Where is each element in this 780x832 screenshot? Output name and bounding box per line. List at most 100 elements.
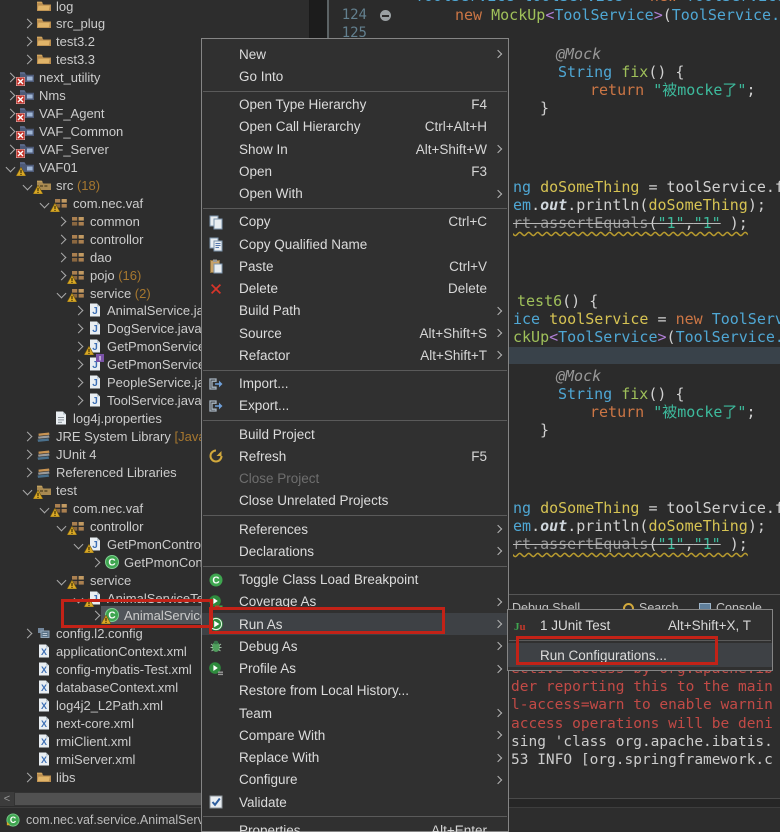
tree-item-src_plug[interactable]: src_plug <box>0 14 309 32</box>
svg-text:C: C <box>108 558 115 569</box>
menu-item-import[interactable]: Import... <box>202 373 508 395</box>
menu-item-shortcut: Ctrl+V <box>449 258 487 274</box>
chevron-right-icon[interactable] <box>19 15 35 31</box>
status-bar-text: com.nec.vaf.service.AnimalService <box>26 813 220 827</box>
menu-item-build-path[interactable]: Build Path <box>202 300 508 322</box>
line-number: 124 <box>341 7 367 23</box>
menu-item-replace-with[interactable]: Replace With <box>202 747 508 769</box>
menu-item-configure[interactable]: Configure <box>202 769 508 791</box>
chevron-right-icon[interactable] <box>19 33 35 49</box>
menu-item-open-call-hierarchy[interactable]: Open Call Hierarchy Ctrl+Alt+H <box>202 116 508 138</box>
menu-item-close-unrelated-projects[interactable]: Close Unrelated Projects <box>202 490 508 512</box>
menu-item-go-into[interactable]: Go Into <box>202 65 508 87</box>
tree-item-label: common <box>90 213 140 229</box>
menu-item-properties[interactable]: Properties Alt+Enter <box>202 819 508 832</box>
submenu-arrow-icon <box>487 524 503 534</box>
tree-item-decoration: (18) <box>76 177 101 193</box>
tree-item-label: controllor <box>90 518 144 534</box>
menu-item-label: Toggle Class Load Breakpoint <box>239 572 419 588</box>
menu-item-show-in[interactable]: Show In Alt+Shift+W <box>202 138 508 160</box>
menu-item-toggle-class-load-breakpoint[interactable]: C Toggle Class Load Breakpoint <box>202 569 508 591</box>
menu-item-build-project[interactable]: Build Project <box>202 423 508 445</box>
chevron-right-icon[interactable] <box>70 320 86 336</box>
xmlfile-icon: X <box>36 679 53 695</box>
blank-icon <box>208 521 224 537</box>
chevron-right-icon[interactable] <box>87 554 103 570</box>
tree-item-label: test3.3 <box>56 51 96 67</box>
project-icon <box>16 105 36 122</box>
chevron-right-icon[interactable] <box>70 392 86 408</box>
menu-item-label: Team <box>239 705 273 721</box>
menu-item-compare-with[interactable]: Compare With <box>202 724 508 746</box>
blank-icon <box>208 471 224 487</box>
package-icon <box>67 572 87 589</box>
menu-item-references[interactable]: References <box>202 518 508 540</box>
chevron-right-icon[interactable] <box>53 213 69 229</box>
srcfolder-icon <box>33 482 53 499</box>
blank-icon <box>208 426 224 442</box>
menu-item-declarations[interactable]: Declarations <box>202 540 508 562</box>
javafile-icon: J <box>87 302 104 318</box>
menu-item-copy[interactable]: Copy Ctrl+C <box>202 211 508 233</box>
chevron-right-icon[interactable] <box>19 769 35 785</box>
fold-collapse-icon[interactable] <box>380 10 391 21</box>
menu-item-shortcut: F5 <box>471 448 487 464</box>
library-icon <box>36 464 53 480</box>
menu-item-1-junit-test[interactable]: Ju 1 JUnit Test Alt+Shift+X, T <box>508 613 772 637</box>
menu-item-refactor[interactable]: Refactor Alt+Shift+T <box>202 344 508 366</box>
chevron-right-icon[interactable] <box>70 302 86 318</box>
menu-item-export[interactable]: Export... <box>202 395 508 417</box>
menu-item-profile-as[interactable]: Profile As <box>202 658 508 680</box>
classload-icon: C <box>208 572 224 588</box>
tree-item-label: VAF01 <box>39 159 78 175</box>
chevron-right-icon[interactable] <box>19 51 35 67</box>
submenu-arrow-icon <box>487 306 503 316</box>
blank-icon <box>208 303 224 319</box>
folder-icon <box>36 33 53 49</box>
menu-item-delete[interactable]: Delete Delete <box>202 278 508 300</box>
menu-item-validate[interactable]: Validate <box>202 791 508 813</box>
svg-text:J: J <box>92 396 98 407</box>
blank-icon <box>208 705 224 721</box>
menu-item-restore-from-local-history[interactable]: Restore from Local History... <box>202 680 508 702</box>
menu-item-source[interactable]: Source Alt+Shift+S <box>202 322 508 344</box>
tree-item-label: pojo (16) <box>90 267 142 283</box>
menu-item-shortcut: F4 <box>471 97 487 113</box>
tree-item-log[interactable]: log <box>0 0 309 15</box>
code-line: test6() { <box>517 292 599 310</box>
project-icon <box>16 69 36 86</box>
chevron-right-icon[interactable] <box>19 625 35 641</box>
code-line: ng doSomeThing = toolService.f <box>513 178 780 196</box>
chevron-right-icon[interactable] <box>19 446 35 462</box>
chevron-right-icon[interactable] <box>19 428 35 444</box>
submenu-arrow-icon <box>487 619 503 629</box>
scroll-left-button[interactable]: < <box>0 792 14 806</box>
menu-item-refresh[interactable]: Refresh F5 <box>202 445 508 467</box>
code-line: rt.assertEquals("1","1" ); <box>513 214 748 232</box>
menu-item-open-with[interactable]: Open With <box>202 183 508 205</box>
chevron-right-icon[interactable] <box>53 249 69 265</box>
menu-item-debug-as[interactable]: Debug As <box>202 635 508 657</box>
project-icon <box>16 123 36 140</box>
chevron-right-icon[interactable] <box>53 231 69 247</box>
console-line: der reporting this to the main <box>511 679 773 696</box>
menu-item-new[interactable]: New <box>202 43 508 65</box>
menu-item-label: Profile As <box>239 661 297 677</box>
chevron-right-icon[interactable] <box>70 356 86 372</box>
propfile-icon <box>53 410 70 426</box>
menu-item-label: Validate <box>239 794 287 810</box>
scrollbar-thumb[interactable] <box>15 793 201 805</box>
chevron-right-icon[interactable] <box>70 374 86 390</box>
menu-item-open[interactable]: Open F3 <box>202 160 508 182</box>
folder-icon <box>36 769 53 785</box>
menu-item-open-type-hierarchy[interactable]: Open Type Hierarchy F4 <box>202 94 508 116</box>
menu-item-paste[interactable]: Paste Ctrl+V <box>202 255 508 277</box>
srcfolder-icon <box>33 177 53 194</box>
annotation-box-tree-item <box>61 599 213 628</box>
chevron-right-icon[interactable] <box>19 464 35 480</box>
menu-item-copy-qualified-name[interactable]: Copy Qualified Name <box>202 233 508 255</box>
menu-item-label: Show In <box>239 141 288 157</box>
tree-item-label: com.nec.vaf <box>73 500 144 516</box>
menu-item-team[interactable]: Team <box>202 702 508 724</box>
tree-item-label: libs <box>56 769 76 785</box>
